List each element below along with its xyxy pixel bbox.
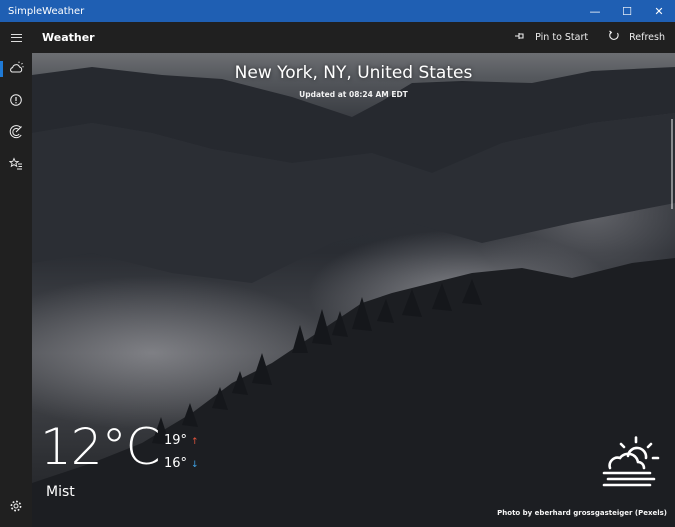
maximize-button[interactable]: ☐ [611, 0, 643, 22]
hamburger-icon [10, 33, 22, 42]
navigation-rail [0, 53, 32, 527]
page-title: Weather [42, 31, 95, 44]
photo-credit[interactable]: Photo by eberhard grossgasteiger (Pexels… [497, 509, 667, 517]
refresh-icon [608, 30, 620, 45]
refresh-button[interactable]: Refresh [598, 22, 675, 53]
weather-panel: New York, NY, United States Updated at 0… [32, 53, 675, 527]
scrollbar[interactable] [671, 119, 673, 209]
nav-item-radar[interactable] [0, 117, 32, 149]
pin-to-start-label: Pin to Start [535, 32, 589, 43]
updated-time: Updated at 08:24 AM EDT [299, 90, 408, 99]
nav-item-favorites[interactable] [0, 149, 32, 181]
weather-condition: Mist [46, 484, 75, 500]
arrow-down-icon: ↓ [191, 460, 199, 470]
mist-icon [598, 436, 668, 496]
weather-icon [8, 60, 24, 79]
nav-item-settings[interactable] [0, 493, 32, 521]
pin-icon [514, 31, 526, 44]
nav-item-weather[interactable] [0, 53, 32, 85]
nav-item-alerts[interactable] [0, 85, 32, 117]
location-title: New York, NY, United States [234, 63, 473, 83]
hamburger-menu-button[interactable] [0, 22, 32, 53]
window-title: SimpleWeather [8, 5, 85, 17]
favorites-icon [8, 156, 23, 175]
arrow-up-icon: ↑ [191, 437, 199, 447]
close-button[interactable]: ✕ [643, 0, 675, 22]
high-low-temperatures: 19° ↑ 16° ↓ [164, 430, 199, 476]
current-temperature: 12°C [40, 418, 161, 476]
high-temperature-row: 19° ↑ [164, 430, 199, 453]
alert-icon [9, 92, 23, 111]
gear-icon [9, 498, 23, 517]
minimize-button[interactable]: — [579, 0, 611, 22]
low-temperature: 16° [164, 456, 188, 471]
window-titlebar: SimpleWeather — ☐ ✕ [0, 0, 675, 22]
refresh-label: Refresh [629, 32, 665, 43]
high-temperature: 19° [164, 433, 188, 448]
app-bar: Weather Pin to Start Refresh [0, 22, 675, 53]
pin-to-start-button[interactable]: Pin to Start [504, 22, 598, 53]
radar-icon [9, 124, 23, 143]
low-temperature-row: 16° ↓ [164, 453, 199, 476]
